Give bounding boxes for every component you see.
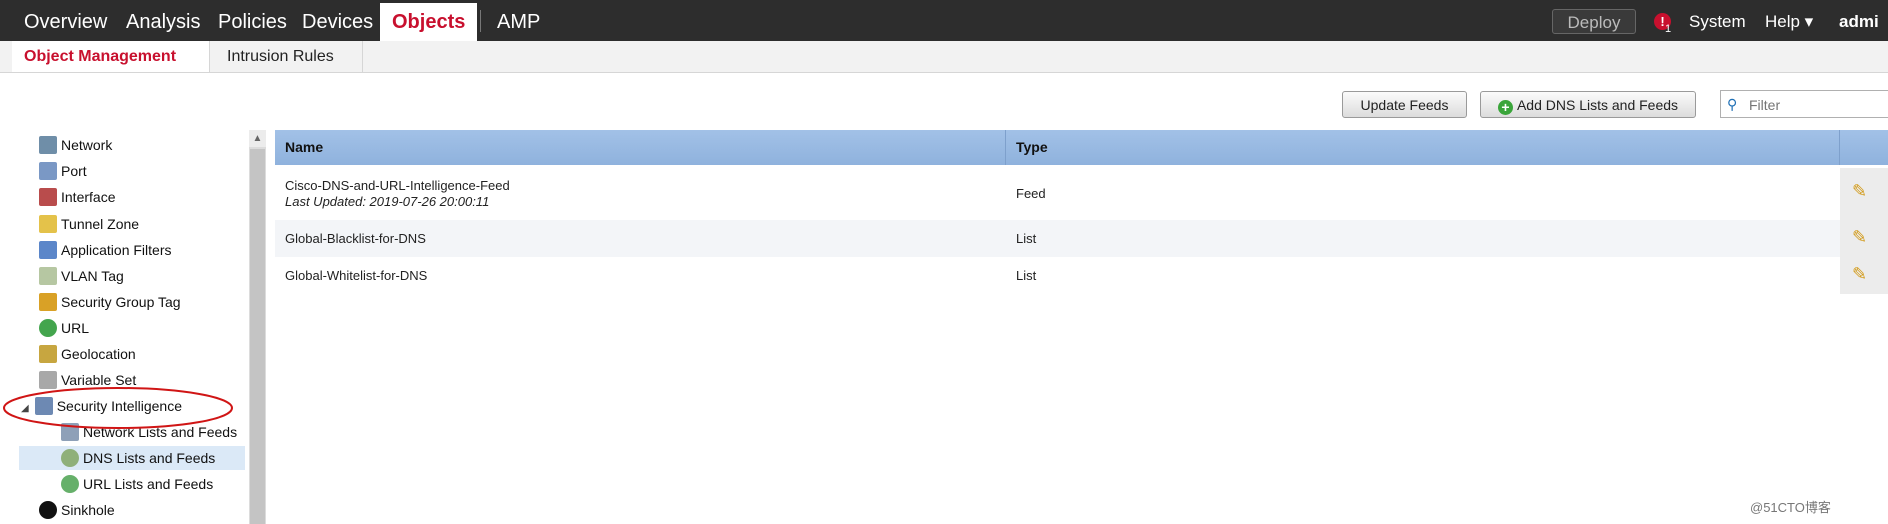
table-header: Name Type (275, 130, 1888, 165)
row-type: List (1016, 231, 1037, 246)
scrollbar-thumb[interactable] (250, 149, 265, 524)
add-dns-lists-label: Add DNS Lists and Feeds (1516, 97, 1679, 113)
sidebar-item-label: URL Lists and Feeds (83, 476, 214, 492)
deploy-button[interactable]: Deploy (1552, 9, 1636, 34)
sidebar-item-label: Geolocation (61, 346, 136, 362)
table-row[interactable]: Global-Whitelist-for-DNS List ✎ (275, 257, 1888, 294)
row-type: Feed (1016, 186, 1046, 201)
nav-divider (480, 10, 481, 32)
nav-analysis[interactable]: Analysis (126, 0, 200, 41)
security-group-tag-icon (39, 293, 57, 311)
sidebar-item-security-group-tag[interactable]: Security Group Tag (39, 290, 181, 314)
url-icon (39, 319, 57, 337)
nav-overview[interactable]: Overview (24, 0, 107, 41)
column-header-type[interactable]: Type (1006, 130, 1840, 165)
alert-count: 1 (1665, 23, 1672, 35)
sidebar-item-label: VLAN Tag (61, 268, 124, 284)
nav-amp[interactable]: AMP (497, 0, 540, 41)
application-filters-icon (39, 241, 57, 259)
add-icon: + (1497, 100, 1513, 115)
sidebar-item-interface[interactable]: Interface (39, 185, 115, 209)
tab-object-management[interactable]: Object Management (12, 41, 210, 72)
sidebar-item-label: Tunnel Zone (61, 216, 140, 232)
sinkhole-icon (39, 501, 57, 519)
sidebar-item-port[interactable]: Port (39, 159, 87, 183)
table-row[interactable]: Global-Blacklist-for-DNS List ✎ (275, 220, 1888, 257)
system-menu[interactable]: System (1689, 0, 1746, 41)
sidebar-item-url[interactable]: URL (39, 316, 89, 340)
help-menu[interactable]: Help ▾ (1765, 0, 1813, 41)
tunnel-zone-icon (39, 215, 57, 233)
sidebar-item-label: Application Filters (61, 242, 172, 258)
watermark: @51CTO博客 (1750, 500, 1831, 515)
sidebar-item-label: DNS Lists and Feeds (83, 450, 216, 466)
row-name: Cisco-DNS-and-URL-Intelligence-Feed (285, 178, 510, 193)
update-feeds-button[interactable]: Update Feeds (1342, 91, 1467, 118)
sidebar-item-network[interactable]: Network (39, 133, 112, 157)
filter-box: ⚲ (1720, 90, 1888, 118)
column-header-actions (1840, 130, 1888, 165)
vlan-tag-icon (39, 267, 57, 285)
nav-devices[interactable]: Devices (302, 0, 373, 41)
scroll-up-icon[interactable]: ▲ (249, 130, 266, 147)
filter-input[interactable] (1747, 93, 1887, 117)
dns-lists-icon (61, 449, 79, 467)
row-name: Global-Whitelist-for-DNS (285, 268, 428, 283)
sidebar-item-url-lists[interactable]: URL Lists and Feeds (61, 472, 213, 496)
sidebar-item-geolocation[interactable]: Geolocation (39, 342, 136, 366)
url-lists-icon (61, 475, 79, 493)
sub-navigation-bar: Object Management Intrusion Rules (0, 41, 1888, 73)
port-icon (39, 162, 57, 180)
sidebar-item-sinkhole[interactable]: Sinkhole (39, 498, 115, 522)
sidebar-item-application-filters[interactable]: Application Filters (39, 238, 172, 262)
edit-pencil-icon[interactable]: ✎ (1852, 227, 1867, 248)
sidebar-item-label: Port (61, 163, 87, 179)
sidebar-item-label: Security Group Tag (61, 294, 181, 310)
nav-policies[interactable]: Policies (218, 0, 287, 41)
user-menu[interactable]: admi (1839, 0, 1879, 41)
sidebar-item-label: URL (61, 320, 90, 336)
sidebar-item-label: Sinkhole (61, 502, 115, 518)
search-icon: ⚲ (1727, 96, 1738, 112)
sidebar-item-vlan-tag[interactable]: VLAN Tag (39, 264, 124, 288)
column-header-name[interactable]: Name (275, 130, 1006, 165)
annotation-circle (3, 387, 233, 429)
top-navigation-bar: Overview Analysis Policies Devices Objec… (0, 0, 1888, 41)
edit-pencil-icon[interactable]: ✎ (1852, 264, 1867, 285)
object-type-sidebar: Network Port Interface Tunnel Zone Appli… (19, 130, 249, 524)
interface-icon (39, 188, 57, 206)
nav-objects[interactable]: Objects (380, 0, 478, 41)
sidebar-item-tunnel-zone[interactable]: Tunnel Zone (39, 212, 139, 236)
row-last-updated: Last Updated: 2019-07-26 20:00:11 (285, 194, 490, 209)
edit-pencil-icon[interactable]: ✎ (1852, 181, 1867, 202)
sidebar-scrollbar[interactable]: ▲ (249, 130, 266, 524)
table-row[interactable]: Cisco-DNS-and-URL-Intelligence-Feed Last… (275, 168, 1888, 220)
network-icon (39, 136, 57, 154)
tab-intrusion-rules[interactable]: Intrusion Rules (215, 41, 363, 72)
sidebar-item-label: Interface (61, 189, 116, 205)
row-type: List (1016, 268, 1037, 283)
add-dns-lists-button[interactable]: + Add DNS Lists and Feeds (1480, 91, 1696, 118)
sidebar-item-label: Network (61, 137, 113, 153)
sidebar-item-dns-lists[interactable]: DNS Lists and Feeds (19, 446, 245, 470)
geolocation-icon (39, 345, 57, 363)
row-name: Global-Blacklist-for-DNS (285, 231, 426, 246)
